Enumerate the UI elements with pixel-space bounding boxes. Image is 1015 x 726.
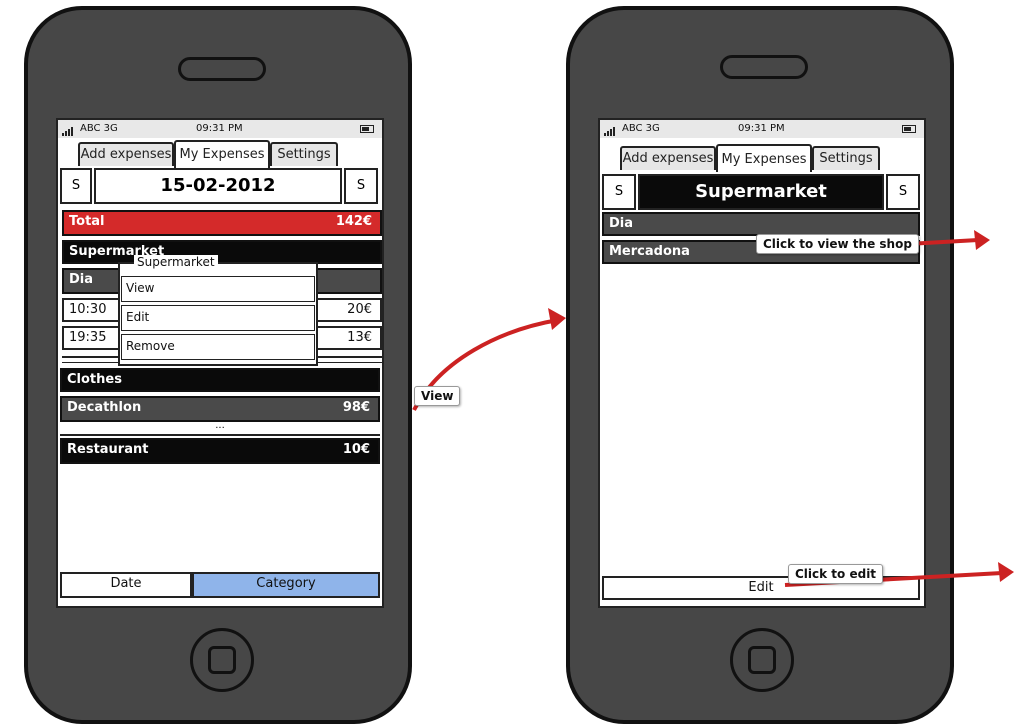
tab-my-expenses[interactable]: My Expenses <box>716 144 812 172</box>
edit-arrow-head <box>998 562 1014 582</box>
shop-arrow-head <box>974 230 990 250</box>
annotation-arrows <box>412 230 1014 587</box>
edit-callout: Click to edit <box>788 564 884 584</box>
view-shop-callout: Click to view the shop <box>756 234 919 254</box>
view-arrow-head <box>548 308 566 330</box>
tab-my-expenses[interactable]: My Expenses <box>174 140 270 168</box>
view-callout: View <box>414 386 461 406</box>
